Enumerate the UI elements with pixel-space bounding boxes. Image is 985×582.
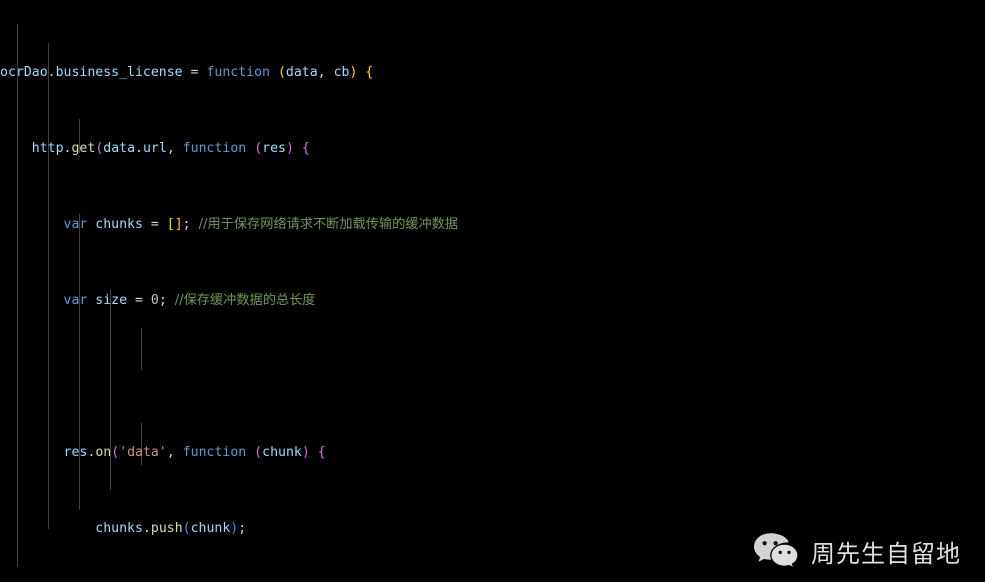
code-line-2: http.get(data.url, function (res) {: [0, 139, 985, 158]
token-push: push: [150, 521, 183, 536]
token-var-keyword: var: [63, 217, 88, 232]
token-lbrace: {: [293, 141, 310, 156]
token-comment: //用于保存网络请求不断加载传输的缓冲数据: [198, 217, 459, 232]
code-line-1: ocrDao.business_license = function (data…: [0, 63, 985, 82]
code-content[interactable]: ocrDao.business_license = function (data…: [0, 0, 985, 582]
wechat-icon: [753, 532, 799, 570]
token-chunk: chunk: [262, 445, 302, 460]
token-string-data: 'data': [119, 445, 167, 460]
code-line-5-blank: [0, 367, 985, 386]
token-data: data: [103, 141, 136, 156]
token-chunks: chunks: [95, 521, 143, 536]
token-ocrDao: ocrDao: [0, 65, 48, 80]
token-assign: =: [127, 293, 151, 308]
wechat-watermark: 周先生自留地: [753, 532, 961, 570]
token-rparen2: ): [285, 141, 294, 156]
token-semicolon: ;: [238, 521, 247, 536]
token-http: http: [31, 141, 64, 156]
token-rbracket: ]: [174, 217, 183, 232]
token-dot: .: [142, 521, 151, 536]
token-function-keyword: function: [182, 141, 247, 156]
token-size: size: [87, 293, 128, 308]
token-get: get: [71, 141, 96, 156]
token-dot: .: [47, 65, 56, 80]
token-res: res: [63, 445, 88, 460]
token-chunks: chunks: [87, 217, 143, 232]
token-function-keyword: function: [206, 65, 270, 80]
token-lbrace: {: [357, 65, 374, 80]
code-line-6: res.on('data', function (chunk) {: [0, 443, 985, 462]
token-assign: =: [182, 65, 207, 80]
token-lparen: (: [182, 521, 191, 536]
token-zero: 0: [150, 293, 159, 308]
token-chunk: chunk: [190, 521, 231, 536]
code-line-3: var chunks = []; //用于保存网络请求不断加载传输的缓冲数据: [0, 215, 985, 234]
token-comma: ,: [166, 141, 183, 156]
watermark-text: 周先生自留地: [811, 539, 961, 568]
token-url: url: [142, 141, 167, 156]
token-function-keyword: function: [182, 445, 247, 460]
token-lparen2: (: [254, 141, 263, 156]
token-lparen2: (: [254, 445, 263, 460]
token-semicolon: ;: [182, 217, 199, 232]
token-comment: //保存缓冲数据的总长度: [174, 293, 316, 308]
token-comma: ,: [166, 445, 183, 460]
token-lparen: (: [111, 445, 120, 460]
token-semicolon: ;: [158, 293, 175, 308]
token-rparen2: ): [301, 445, 310, 460]
token-lparen: (: [277, 65, 286, 80]
token-dot2: .: [135, 141, 143, 156]
token-lbrace: {: [309, 445, 326, 460]
code-editor[interactable]: ocrDao.business_license = function (data…: [0, 0, 985, 582]
token-param-cb: cb: [333, 65, 350, 80]
token-param-data: data: [285, 65, 318, 80]
token-assign: =: [142, 217, 167, 232]
token-comma: ,: [317, 65, 334, 80]
token-on: on: [95, 445, 112, 460]
token-var-keyword: var: [63, 293, 88, 308]
code-line-4: var size = 0; //保存缓冲数据的总长度: [0, 291, 985, 310]
token-business-license: business_license: [55, 65, 183, 80]
token-res: res: [262, 141, 286, 156]
token-lbracket: [: [166, 217, 175, 232]
